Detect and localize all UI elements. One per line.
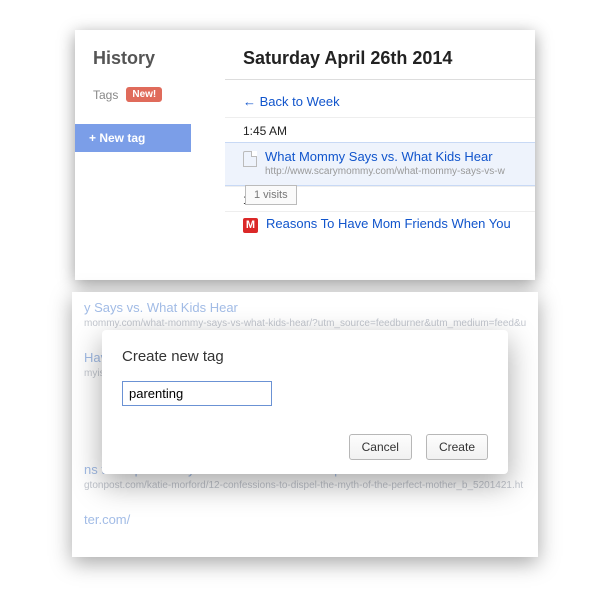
entry-title: Reasons To Have Mom Friends When You <box>266 216 511 231</box>
create-tag-dialog: Create new tag Cancel Create <box>102 330 508 474</box>
time-label: 1:45 AM <box>225 117 535 142</box>
content-area: Saturday April 26th 2014 ← Back to Week … <box>225 30 535 280</box>
history-panel: History Tags New! + New tag Saturday Apr… <box>75 30 535 280</box>
tag-name-input[interactable] <box>122 381 272 406</box>
divider <box>225 79 535 80</box>
faded-title: ter.com/ <box>84 512 526 529</box>
faded-url: mommy.com/what-mommy-says-vs-what-kids-h… <box>84 317 526 330</box>
faded-url: gtonpost.com/katie-morford/12-confession… <box>84 479 526 492</box>
doc-icon <box>243 151 257 167</box>
back-to-week-link[interactable]: ← Back to Week <box>225 88 535 117</box>
dialog-panel: y Says vs. What Kids Hear mommy.com/what… <box>72 292 538 557</box>
m-icon: M <box>243 218 258 233</box>
entry-url: http://www.scarymommy.com/what-mommy-say… <box>265 166 505 177</box>
dialog-title: Create new tag <box>122 348 488 365</box>
faded-title: y Says vs. What Kids Hear <box>84 300 526 317</box>
create-button[interactable]: Create <box>426 434 488 460</box>
history-entry[interactable]: What Mommy Says vs. What Kids Hear http:… <box>225 142 535 186</box>
date-heading: Saturday April 26th 2014 <box>225 48 535 69</box>
sidebar: History Tags New! + New tag <box>75 30 225 280</box>
tags-row: Tags New! <box>93 87 225 102</box>
cancel-button[interactable]: Cancel <box>349 434 412 460</box>
visits-tooltip: 1 visits <box>245 185 297 205</box>
sidebar-title: History <box>93 48 225 69</box>
entry-title: What Mommy Says vs. What Kids Hear <box>265 149 505 164</box>
tags-label: Tags <box>93 88 118 102</box>
new-tag-button[interactable]: + New tag <box>75 124 191 152</box>
history-entry[interactable]: M Reasons To Have Mom Friends When You <box>225 211 535 239</box>
new-badge: New! <box>126 87 162 102</box>
